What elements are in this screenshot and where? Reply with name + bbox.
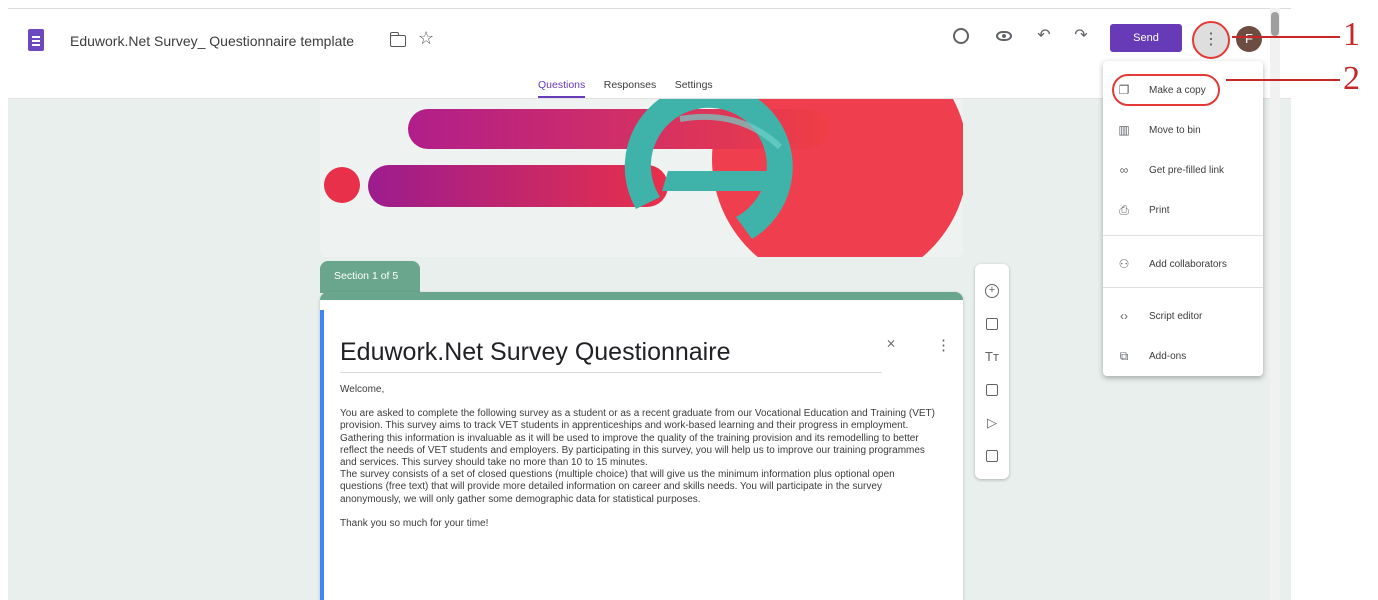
eduwork-logo-graphic xyxy=(324,99,963,257)
form-header-card[interactable]: Eduwork.Net Survey Questionnaire ⨯ ⋮ Wel… xyxy=(320,292,963,600)
tab-questions[interactable]: Questions xyxy=(538,79,586,98)
add-people-icon: ⚇ xyxy=(1118,257,1130,271)
menu-item-add-ons[interactable]: ⧉ Add-ons xyxy=(1103,341,1263,371)
avatar[interactable]: F xyxy=(1236,26,1262,52)
section-indicator: Section 1 of 5 xyxy=(320,261,420,293)
code-icon: ‹› xyxy=(1120,309,1128,323)
menu-divider xyxy=(1103,287,1263,288)
undo-icon[interactable]: ↶ xyxy=(1033,25,1055,47)
scrollbar-thumb[interactable] xyxy=(1271,12,1279,36)
tab-settings[interactable]: Settings xyxy=(675,79,713,96)
add-title-icon[interactable]: Tт xyxy=(982,347,1002,367)
menu-divider xyxy=(1103,235,1263,236)
copy-icon: ❐ xyxy=(1118,83,1130,97)
print-icon: ⎙ xyxy=(1119,203,1129,217)
screen: { "document": { "title": "Eduwork.Net Su… xyxy=(0,0,1378,600)
question-toolbar: + Tт ▷ xyxy=(975,264,1009,479)
callout-number-1: 1 xyxy=(1343,16,1360,53)
link-icon: ∞ xyxy=(1119,163,1129,177)
description-paragraph: The survey consists of a set of closed q… xyxy=(340,469,895,505)
app-header: Eduwork.Net Survey_ Questionnaire templa… xyxy=(8,9,1291,99)
menu-item-add-collaborators[interactable]: ⚇ Add collaborators xyxy=(1103,249,1263,279)
puzzle-icon: ⧉ xyxy=(1119,349,1129,363)
description-paragraph: You are asked to complete the following … xyxy=(340,408,935,469)
more-options-menu: ❐ Make a copy ▥ Move to bin ∞ Get pre-fi… xyxy=(1103,61,1263,376)
callout-line-1 xyxy=(1232,36,1340,38)
menu-item-get-prefilled-link[interactable]: ∞ Get pre-filled link xyxy=(1103,155,1263,185)
folder-icon[interactable] xyxy=(389,32,406,47)
add-section-icon[interactable] xyxy=(982,446,1002,466)
menu-item-print[interactable]: ⎙ Print xyxy=(1103,195,1263,225)
title-underline xyxy=(340,372,882,373)
header-banner-image xyxy=(320,99,963,257)
form-description[interactable]: Welcome, You are asked to complete the f… xyxy=(340,384,940,530)
form-tabs: Questions Responses Settings xyxy=(538,75,727,98)
card-focus-accent xyxy=(320,310,324,600)
page-scrollbar[interactable] xyxy=(1270,8,1280,600)
star-icon[interactable]: ☆ xyxy=(418,29,434,47)
document-title[interactable]: Eduwork.Net Survey_ Questionnaire templa… xyxy=(70,33,354,49)
add-question-icon[interactable]: + xyxy=(982,281,1002,301)
redo-icon[interactable]: ↷ xyxy=(1070,25,1092,47)
palette-icon[interactable] xyxy=(950,25,972,47)
callout-line-2 xyxy=(1226,79,1340,81)
menu-item-move-to-bin[interactable]: ▥ Move to bin xyxy=(1103,115,1263,145)
forms-logo-icon[interactable] xyxy=(28,29,44,51)
import-questions-icon[interactable] xyxy=(982,314,1002,334)
description-paragraph: Welcome, xyxy=(340,384,385,395)
send-button[interactable]: Send xyxy=(1110,24,1182,52)
form-title[interactable]: Eduwork.Net Survey Questionnaire xyxy=(340,338,730,367)
callout-number-2: 2 xyxy=(1343,60,1360,97)
more-options-button[interactable]: ⋮ xyxy=(1192,21,1230,59)
card-more-icon[interactable]: ⋮ xyxy=(936,336,951,354)
tab-responses[interactable]: Responses xyxy=(604,79,657,96)
forms-app: Eduwork.Net Survey_ Questionnaire templa… xyxy=(8,8,1291,600)
bin-icon: ▥ xyxy=(1118,123,1130,137)
collapse-section-icon[interactable]: ⨯ xyxy=(886,336,896,350)
add-image-icon[interactable] xyxy=(982,380,1002,400)
preview-eye-icon[interactable] xyxy=(993,25,1015,47)
add-video-icon[interactable]: ▷ xyxy=(982,413,1002,433)
description-paragraph: Thank you so much for your time! xyxy=(340,517,489,529)
menu-item-script-editor[interactable]: ‹› Script editor xyxy=(1103,301,1263,331)
